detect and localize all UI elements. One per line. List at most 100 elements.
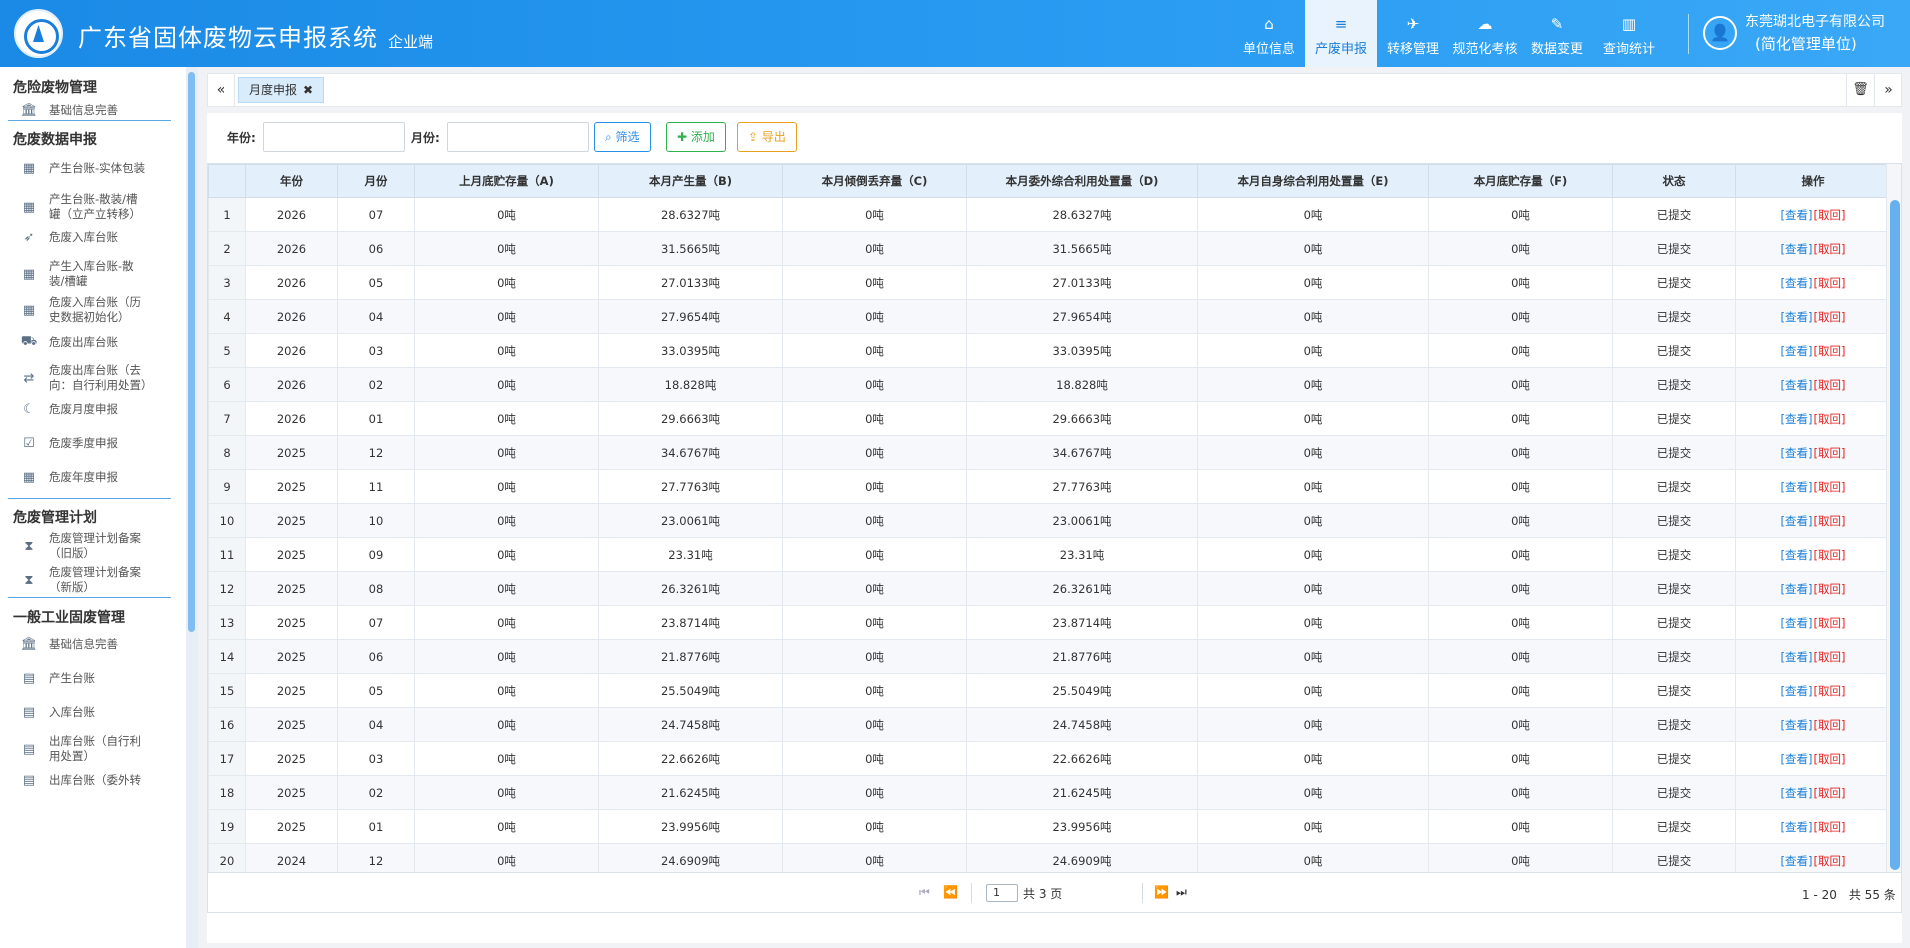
tab-monthly-report[interactable]: 月度申报 ✖ <box>238 77 325 103</box>
table-scrollbar-track[interactable] <box>1886 164 1901 872</box>
view-link[interactable]: [查看] <box>1781 650 1813 664</box>
retrieve-link[interactable]: [取回] <box>1814 752 1846 766</box>
view-link[interactable]: [查看] <box>1781 752 1813 766</box>
view-link[interactable]: [查看] <box>1781 820 1813 834</box>
sidebar-scrollbar-thumb[interactable] <box>188 72 195 632</box>
view-link[interactable]: [查看] <box>1781 786 1813 800</box>
view-link[interactable]: [查看] <box>1781 548 1813 562</box>
view-link[interactable]: [查看] <box>1781 446 1813 460</box>
view-link[interactable]: [查看] <box>1781 310 1813 324</box>
table-row[interactable]: 2 2026 06 0吨 31.5665吨 0吨 31.5665吨 0吨 0吨 已提交 [查看][取… <box>208 231 1891 266</box>
table-row[interactable]: 1 2026 07 0吨 28.6327吨 0吨 28.6327吨 0吨 0吨 已提交 [查看][取… <box>208 197 1891 232</box>
retrieve-link[interactable]: [取回] <box>1814 276 1846 290</box>
view-link[interactable]: [查看] <box>1781 582 1813 596</box>
table-row[interactable]: 15 2025 05 0吨 25.5049吨 0吨 25.5049吨 0吨 0吨 已提交 [查看][… <box>208 673 1891 708</box>
view-link[interactable]: [查看] <box>1781 208 1813 222</box>
sidebar-section-title[interactable]: 危废数据申报 <box>13 129 97 149</box>
next-page-icon[interactable]: ⏩ <box>1154 885 1169 899</box>
sidebar-section-title[interactable]: 危险废物管理 <box>13 77 97 97</box>
column-header[interactable]: 本月自身综合利用处置量（E) <box>1197 164 1429 198</box>
retrieve-link[interactable]: [取回] <box>1814 412 1846 426</box>
view-link[interactable]: [查看] <box>1781 242 1813 256</box>
trash-icon[interactable]: 🗑 <box>1846 74 1874 106</box>
column-header[interactable]: 操作 <box>1735 164 1891 198</box>
table-row[interactable]: 3 2026 05 0吨 27.0133吨 0吨 27.0133吨 0吨 0吨 已提交 [查看][取… <box>208 265 1891 300</box>
retrieve-link[interactable]: [取回] <box>1814 582 1846 596</box>
view-link[interactable]: [查看] <box>1781 514 1813 528</box>
table-row[interactable]: 4 2026 04 0吨 27.9654吨 0吨 27.9654吨 0吨 0吨 已提交 [查看][取… <box>208 299 1891 334</box>
view-link[interactable]: [查看] <box>1781 854 1813 868</box>
close-icon[interactable]: ✖ <box>303 83 313 97</box>
retrieve-link[interactable]: [取回] <box>1814 854 1846 868</box>
nav-item-edit[interactable]: ✎ 数据变更 <box>1521 0 1593 67</box>
retrieve-link[interactable]: [取回] <box>1814 820 1846 834</box>
retrieve-link[interactable]: [取回] <box>1814 650 1846 664</box>
retrieve-link[interactable]: [取回] <box>1814 480 1846 494</box>
table-row[interactable]: 6 2026 02 0吨 18.828吨 0吨 18.828吨 0吨 0吨 已提交 [查看][取回] <box>208 367 1891 402</box>
page-number-input[interactable]: 1 <box>986 884 1018 902</box>
retrieve-link[interactable]: [取回] <box>1814 684 1846 698</box>
month-input[interactable] <box>447 122 589 152</box>
table-row[interactable]: 14 2025 06 0吨 21.8776吨 0吨 21.8776吨 0吨 0吨 已提交 [查看][… <box>208 639 1891 674</box>
sidebar-item[interactable]: 🏛 基础信息完善 <box>20 103 180 118</box>
nav-item-cloud-upload[interactable]: ☁ 规范化考核 <box>1449 0 1521 67</box>
table-row[interactable]: 5 2026 03 0吨 33.0395吨 0吨 33.0395吨 0吨 0吨 已提交 [查看][取… <box>208 333 1891 368</box>
view-link[interactable]: [查看] <box>1781 684 1813 698</box>
retrieve-link[interactable]: [取回] <box>1814 208 1846 222</box>
table-row[interactable]: 19 2025 01 0吨 23.9956吨 0吨 23.9956吨 0吨 0吨 已提交 [查看][… <box>208 809 1891 844</box>
nav-item-plane[interactable]: ✈ 转移管理 <box>1377 0 1449 67</box>
view-link[interactable]: [查看] <box>1781 480 1813 494</box>
last-page-icon[interactable]: ⏭ <box>1176 885 1187 900</box>
column-header[interactable]: 本月底贮存量（F) <box>1428 164 1613 198</box>
table-row[interactable]: 7 2026 01 0吨 29.6663吨 0吨 29.6663吨 0吨 0吨 已提交 [查看][取… <box>208 401 1891 436</box>
view-link[interactable]: [查看] <box>1781 378 1813 392</box>
column-header[interactable]: 本月产生量（B) <box>598 164 783 198</box>
table-row[interactable]: 12 2025 08 0吨 26.3261吨 0吨 26.3261吨 0吨 0吨 已提交 [查看][… <box>208 571 1891 606</box>
sidebar-item[interactable]: ➶ 危废入库台账 <box>20 230 180 245</box>
view-link[interactable]: [查看] <box>1781 412 1813 426</box>
view-link[interactable]: [查看] <box>1781 616 1813 630</box>
sidebar-item[interactable]: ⧗ 危废管理计划备案（旧版） <box>20 531 180 561</box>
table-row[interactable]: 16 2025 04 0吨 24.7458吨 0吨 24.7458吨 0吨 0吨 已提交 [查看][… <box>208 707 1891 742</box>
tabs-next-button[interactable]: » <box>1874 74 1902 106</box>
table-row[interactable]: 8 2025 12 0吨 34.6767吨 0吨 34.6767吨 0吨 0吨 已提交 [查看][取… <box>208 435 1891 470</box>
sidebar-item[interactable]: ▦ 产生台账-散装/槽罐（立产立转移） <box>20 192 180 222</box>
table-row[interactable]: 17 2025 03 0吨 22.6626吨 0吨 22.6626吨 0吨 0吨 已提交 [查看][… <box>208 741 1891 776</box>
sidebar-item[interactable]: ▤ 入库台账 <box>20 705 180 720</box>
nav-item-home[interactable]: ⌂ 单位信息 <box>1233 0 1305 67</box>
sidebar-item[interactable]: ☾ 危废月度申报 <box>20 402 180 417</box>
sidebar-item[interactable]: ▤ 出库台账（自行利用处置） <box>20 734 180 764</box>
prev-page-icon[interactable]: ⏪ <box>943 885 958 899</box>
retrieve-link[interactable]: [取回] <box>1814 548 1846 562</box>
view-link[interactable]: [查看] <box>1781 276 1813 290</box>
tabs-prev-button[interactable]: « <box>208 74 235 106</box>
year-input[interactable] <box>263 122 405 152</box>
column-header[interactable]: 本月委外综合利用处置量（D) <box>966 164 1198 198</box>
sidebar-item[interactable]: ▦ 危废入库台账（历史数据初始化） <box>20 295 180 325</box>
table-row[interactable]: 9 2025 11 0吨 27.7763吨 0吨 27.7763吨 0吨 0吨 已提交 [查看][取… <box>208 469 1891 504</box>
nav-item-database[interactable]: ≡ 产废申报 <box>1305 0 1377 67</box>
table-row[interactable]: 20 2024 12 0吨 24.6909吨 0吨 24.6909吨 0吨 0吨 已提交 [查看][… <box>208 843 1891 872</box>
sidebar-item[interactable]: ⛟ 危废出库台账 <box>20 334 180 351</box>
retrieve-link[interactable]: [取回] <box>1814 616 1846 630</box>
view-link[interactable]: [查看] <box>1781 344 1813 358</box>
column-header[interactable]: 上月底贮存量（A) <box>414 164 599 198</box>
sidebar-item[interactable]: ⇄ 危废出库台账（去向：自行利用处置） <box>20 363 180 393</box>
export-button[interactable]: ⇪ 导出 <box>737 122 797 152</box>
retrieve-link[interactable]: [取回] <box>1814 514 1846 528</box>
sidebar-item[interactable]: ▤ 出库台账（委外转 <box>20 773 180 788</box>
retrieve-link[interactable]: [取回] <box>1814 344 1846 358</box>
sidebar-item[interactable]: ☑ 危废季度申报 <box>20 436 180 451</box>
column-header[interactable]: 月份 <box>337 164 415 198</box>
table-row[interactable]: 10 2025 10 0吨 23.0061吨 0吨 23.0061吨 0吨 0吨 已提交 [查看][… <box>208 503 1891 538</box>
sidebar-section-title[interactable]: 危废管理计划 <box>13 507 97 527</box>
retrieve-link[interactable]: [取回] <box>1814 242 1846 256</box>
sidebar-item[interactable]: 🏛 基础信息完善 <box>20 637 180 652</box>
retrieve-link[interactable]: [取回] <box>1814 310 1846 324</box>
nav-item-bar-chart[interactable]: ▥ 查询统计 <box>1593 0 1665 67</box>
table-row[interactable]: 11 2025 09 0吨 23.31吨 0吨 23.31吨 0吨 0吨 已提交 [查看][取回] <box>208 537 1891 572</box>
column-header[interactable]: 本月倾倒丢弃量（C) <box>782 164 967 198</box>
column-header[interactable]: 年份 <box>245 164 338 198</box>
sidebar-item[interactable]: ▤ 产生台账 <box>20 671 180 686</box>
sidebar-item[interactable]: ▦ 产生台账-实体包装 <box>20 161 180 176</box>
